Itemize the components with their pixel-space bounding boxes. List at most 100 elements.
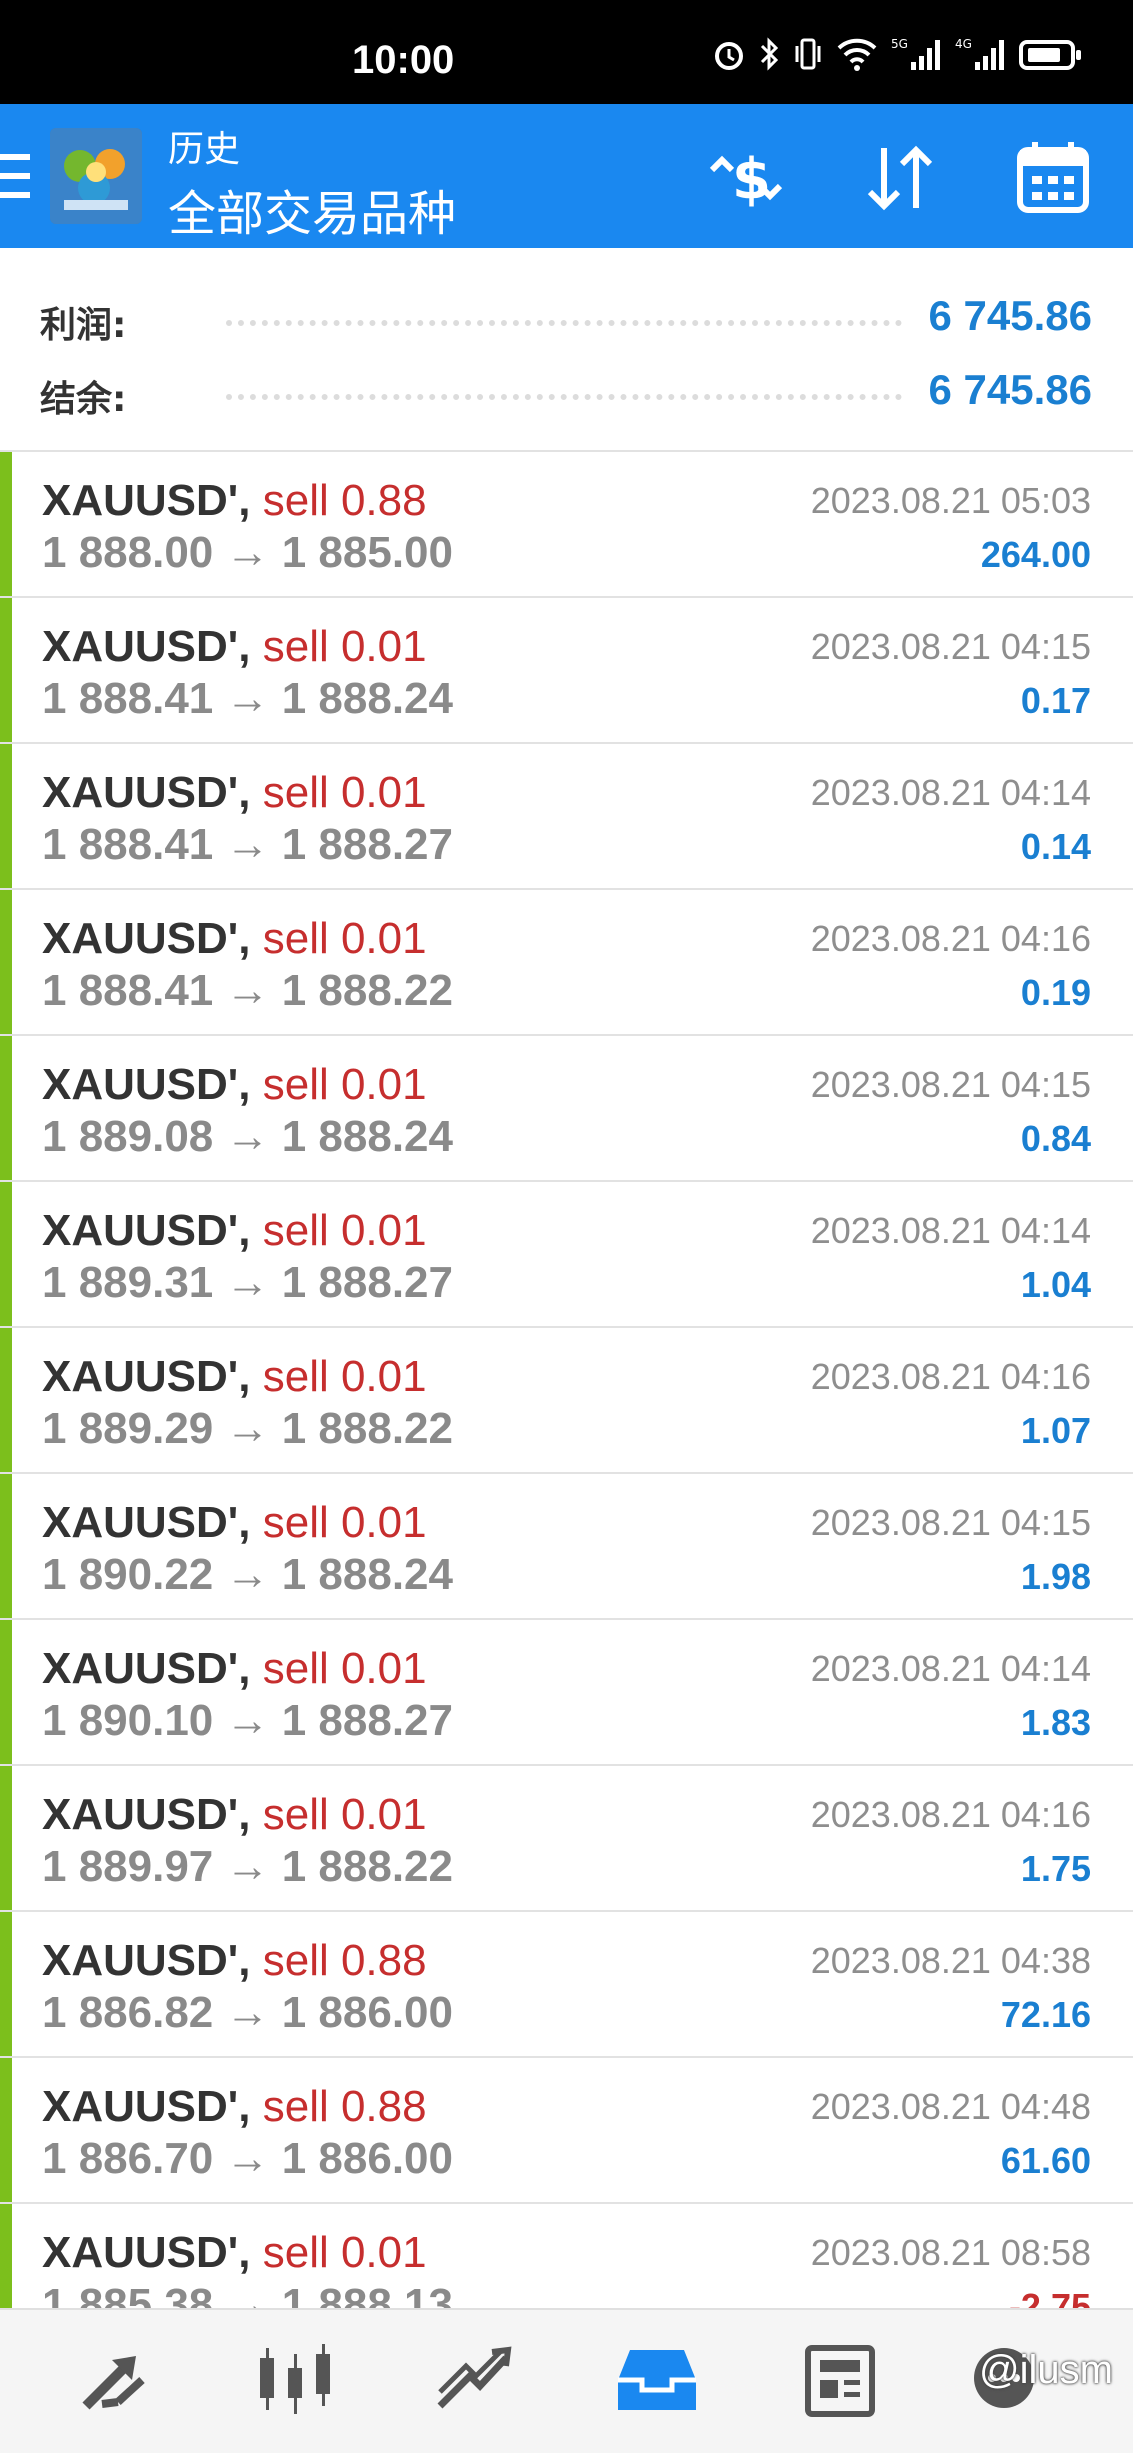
trade-time: 2023.08.21 04:14 xyxy=(810,1648,1091,1689)
news-icon[interactable] xyxy=(794,2340,884,2420)
table-row[interactable]: XAUUSD', sell 0.01 1 888.41 → 1 888.27 202… xyxy=(0,744,1133,890)
trade-side: sell 0.01 xyxy=(262,768,427,817)
trade-symbol: XAUUSD', xyxy=(42,1060,251,1109)
status-time: 10:00 xyxy=(352,38,455,82)
trade-prices: 1 886.82 → 1 886.00 xyxy=(42,1988,453,2037)
trade-symbol: XAUUSD', xyxy=(42,622,251,671)
status-bar: 10:00 5G 4G xyxy=(0,0,1133,104)
history-icon[interactable] xyxy=(612,2340,702,2420)
trade-title: XAUUSD', sell 0.01 xyxy=(42,1790,427,1840)
table-row[interactable]: XAUUSD', sell 0.01 1 890.10 → 1 888.27 202… xyxy=(0,1620,1133,1766)
table-row[interactable]: XAUUSD', sell 0.01 1 889.29 → 1 888.22 202… xyxy=(0,1328,1133,1474)
status-bar-accent xyxy=(0,2204,12,2308)
profit-value: 6 745.86 xyxy=(928,292,1093,339)
trade-symbol: XAUUSD', xyxy=(42,1206,251,1255)
status-bar-accent xyxy=(0,1036,12,1180)
table-row[interactable]: XAUUSD', sell 0.88 1 886.82 → 1 886.00 202… xyxy=(0,1912,1133,2058)
page-title[interactable]: 全部交易品种 xyxy=(168,174,456,244)
trade-prices: 1 890.22 → 1 888.24 xyxy=(42,1550,453,1599)
balance-value: 6 745.86 xyxy=(928,366,1093,413)
trade-symbol: XAUUSD', xyxy=(42,2228,251,2277)
trade-time: 2023.08.21 04:16 xyxy=(810,1356,1091,1397)
trade-title: XAUUSD', sell 0.01 xyxy=(42,914,427,964)
trade-title: XAUUSD', sell 0.01 xyxy=(42,622,427,672)
trade-symbol: XAUUSD', xyxy=(42,1352,251,1401)
trade-symbol: XAUUSD', xyxy=(42,1498,251,1547)
trade-side: sell 0.01 xyxy=(262,1498,427,1547)
svg-text:5G: 5G xyxy=(891,37,908,51)
trade-title: XAUUSD', sell 0.01 xyxy=(42,1498,427,1548)
trade-symbol: XAUUSD', xyxy=(42,2082,251,2131)
trade-icon[interactable] xyxy=(430,2340,520,2420)
trade-prices: 1 886.70 → 1 886.00 xyxy=(42,2134,453,2183)
table-row[interactable]: XAUUSD', sell 0.01 1 888.41 → 1 888.22 202… xyxy=(0,890,1133,1036)
trade-time: 2023.08.21 04:14 xyxy=(810,772,1091,813)
sort-icon[interactable] xyxy=(860,140,940,216)
trade-profit: 61.60 xyxy=(1000,2140,1091,2181)
balance-row: 结余: 6 745.86 xyxy=(40,360,1092,420)
signal-4g-icon: 4G xyxy=(955,37,1004,70)
trade-side: sell 0.88 xyxy=(262,476,427,525)
app-bar: 历史 全部交易品种 $ xyxy=(0,104,1133,248)
table-row[interactable]: XAUUSD', sell 0.88 1 888.00 → 1 885.00 202… xyxy=(0,452,1133,598)
trade-time: 2023.08.21 04:16 xyxy=(810,918,1091,959)
profit-label: 利润: xyxy=(40,305,127,346)
vibrate-icon xyxy=(795,38,821,70)
trade-profit: 1.98 xyxy=(1020,1556,1091,1597)
trade-time: 2023.08.21 05:03 xyxy=(810,480,1091,521)
currency-exchange-icon[interactable]: $ xyxy=(706,140,786,216)
status-bar-accent xyxy=(0,1474,12,1618)
trade-prices: 1 889.31 → 1 888.27 xyxy=(42,1258,453,1307)
table-row[interactable]: XAUUSD', sell 0.01 1 888.41 → 1 888.24 202… xyxy=(0,598,1133,744)
dotted-leader xyxy=(226,320,902,326)
bluetooth-icon xyxy=(760,37,779,71)
trade-time: 2023.08.21 04:16 xyxy=(810,1794,1091,1835)
trade-symbol: XAUUSD', xyxy=(42,768,251,817)
table-row[interactable]: XAUUSD', sell 0.01 1 885.38 → 1 888.13 202… xyxy=(0,2204,1133,2308)
trade-profit: 1.07 xyxy=(1020,1410,1091,1451)
trade-side: sell 0.01 xyxy=(262,1206,427,1255)
trade-profit: 0.19 xyxy=(1020,972,1091,1013)
menu-icon[interactable] xyxy=(0,154,30,198)
status-icons: 5G 4G xyxy=(711,36,1083,72)
trade-side: sell 0.01 xyxy=(262,1060,427,1109)
bottom-nav: @ilusm xyxy=(0,2308,1133,2453)
chart-icon[interactable] xyxy=(250,2340,340,2420)
svg-text:4G: 4G xyxy=(955,37,972,51)
quotes-icon[interactable] xyxy=(72,2340,162,2420)
table-row[interactable]: XAUUSD', sell 0.01 1 889.08 → 1 888.24 202… xyxy=(0,1036,1133,1182)
status-bar-accent xyxy=(0,1620,12,1764)
calendar-icon[interactable] xyxy=(1014,140,1094,216)
status-bar-accent xyxy=(0,1912,12,2056)
trade-title: XAUUSD', sell 0.01 xyxy=(42,1206,427,1256)
trade-prices: 1 888.00 → 1 885.00 xyxy=(42,528,453,577)
trade-side: sell 0.01 xyxy=(262,1790,427,1839)
status-bar-accent xyxy=(0,1766,12,1910)
trade-side: sell 0.01 xyxy=(262,1644,427,1693)
trade-title: XAUUSD', sell 0.01 xyxy=(42,768,427,818)
trade-prices: 1 889.29 → 1 888.22 xyxy=(42,1404,453,1453)
trade-profit: 264.00 xyxy=(980,534,1091,575)
trade-title: XAUUSD', sell 0.88 xyxy=(42,2082,427,2132)
table-row[interactable]: XAUUSD', sell 0.01 1 889.31 → 1 888.27 202… xyxy=(0,1182,1133,1328)
trade-history-list[interactable]: XAUUSD', sell 0.88 1 888.00 → 1 885.00 202… xyxy=(0,450,1133,2308)
trade-time: 2023.08.21 08:58 xyxy=(810,2232,1091,2273)
profit-row: 利润: 6 745.86 xyxy=(40,286,1092,346)
table-row[interactable]: XAUUSD', sell 0.01 1 889.97 → 1 888.22 202… xyxy=(0,1766,1133,1912)
trade-profit: 1.04 xyxy=(1020,1264,1091,1305)
status-bar-accent xyxy=(0,1182,12,1326)
trade-prices: 1 890.10 → 1 888.27 xyxy=(42,1696,453,1745)
trade-profit: 72.16 xyxy=(1000,1994,1091,2035)
status-bar-accent xyxy=(0,452,12,596)
trade-profit: 0.14 xyxy=(1020,826,1091,867)
wifi-icon xyxy=(837,38,877,71)
table-row[interactable]: XAUUSD', sell 0.88 1 886.70 → 1 886.00 202… xyxy=(0,2058,1133,2204)
balance-label: 结余: xyxy=(40,379,127,420)
trade-side: sell 0.01 xyxy=(262,914,427,963)
trade-profit: 0.84 xyxy=(1020,1118,1091,1159)
trade-time: 2023.08.21 04:14 xyxy=(810,1210,1091,1251)
trade-prices: 1 888.41 → 1 888.24 xyxy=(42,674,453,723)
trade-symbol: XAUUSD', xyxy=(42,476,251,525)
table-row[interactable]: XAUUSD', sell 0.01 1 890.22 → 1 888.24 202… xyxy=(0,1474,1133,1620)
trade-profit: 1.75 xyxy=(1020,1848,1091,1889)
